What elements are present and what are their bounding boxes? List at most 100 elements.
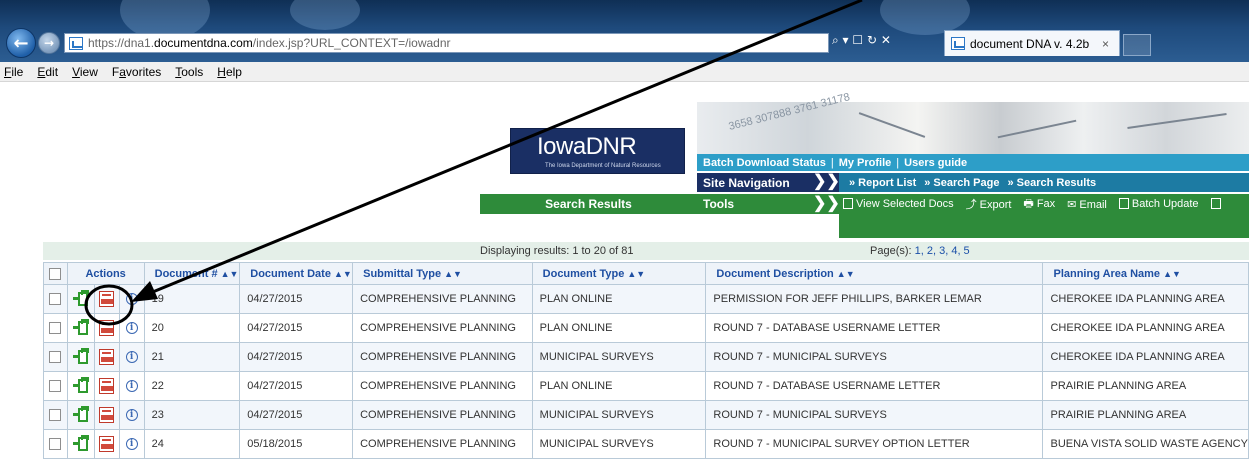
- table-row: i 23 04/27/2015 COMPREHENSIVE PLANNING MUNIC…: [43, 400, 1249, 430]
- menu-tools[interactable]: Tools: [175, 65, 203, 79]
- menu-file[interactable]: File: [4, 65, 23, 79]
- results-count: Displaying results: 1 to 20 of 81: [480, 245, 634, 257]
- back-button[interactable]: ←: [6, 28, 36, 58]
- info-icon: i: [125, 293, 138, 305]
- document-info-button[interactable]: i: [120, 286, 144, 313]
- add-document-icon: [72, 348, 89, 365]
- pagination-links[interactable]: 1, 2, 3, 4, 5: [915, 245, 970, 257]
- view-pdf-button[interactable]: [95, 343, 120, 371]
- menu-edit[interactable]: Edit: [37, 65, 58, 79]
- document-info-button[interactable]: i: [120, 402, 144, 429]
- info-icon: i: [125, 380, 138, 392]
- column-header-document-number[interactable]: Document # ▲▼: [143, 262, 241, 285]
- address-bar-tools[interactable]: ⌕ ▾ ☐ ↻ ✕: [832, 33, 942, 53]
- export-button[interactable]: ⤴ Export: [966, 196, 1012, 212]
- add-document-button[interactable]: [68, 372, 95, 400]
- column-header-planning-area[interactable]: Planning Area Name ▲▼: [1042, 262, 1249, 285]
- view-pdf-button[interactable]: [95, 372, 120, 400]
- address-bar[interactable]: https://dna1. documentdna.com/index.jsp?U…: [64, 33, 829, 53]
- document-description: PERMISSION FOR JEFF PHILLIPS, BARKER LEM…: [705, 284, 1044, 314]
- site-navigation-links: » Report List » Search Page » Search Res…: [839, 173, 1249, 192]
- utility-bar: Batch Download Status | My Profile | Use…: [697, 154, 1249, 171]
- column-header-document-type[interactable]: Document Type ▲▼: [531, 262, 707, 285]
- header-label: Document Type: [542, 267, 625, 280]
- export-icon: ⤴: [965, 199, 977, 211]
- chrome-glow: [290, 0, 360, 30]
- info-icon: i: [125, 322, 138, 334]
- document-number[interactable]: 23: [143, 400, 241, 430]
- document-type: MUNICIPAL SURVEYS: [531, 429, 707, 459]
- submittal-type: COMPREHENSIVE PLANNING: [352, 429, 533, 459]
- new-tab-button[interactable]: [1123, 34, 1151, 56]
- document-number[interactable]: 20: [143, 313, 241, 343]
- column-header-document-date[interactable]: Document Date ▲▼: [239, 262, 354, 285]
- add-document-button[interactable]: [68, 314, 95, 342]
- table-row: i 22 04/27/2015 COMPREHENSIVE PLANNING PLAN …: [43, 371, 1249, 401]
- add-document-icon: [72, 290, 89, 307]
- search-results-link[interactable]: » Search Results: [1007, 177, 1096, 189]
- view-pdf-button[interactable]: [95, 314, 120, 342]
- add-document-button[interactable]: [68, 401, 95, 429]
- row-checkbox[interactable]: [49, 409, 62, 422]
- menu-help[interactable]: Help: [217, 65, 242, 79]
- utility-separator: |: [830, 156, 834, 169]
- view-pdf-button[interactable]: [95, 430, 120, 458]
- forward-button[interactable]: →: [38, 32, 60, 54]
- column-header-document-description[interactable]: Document Description ▲▼: [705, 262, 1044, 285]
- batch-update-button[interactable]: Batch Update: [1118, 198, 1199, 210]
- document-number[interactable]: 21: [143, 342, 241, 372]
- submittal-type: COMPREHENSIVE PLANNING: [352, 371, 533, 401]
- report-list-link[interactable]: » Report List: [849, 177, 916, 189]
- browser-chrome: ← → https://dna1. documentdna.com/index.j…: [0, 0, 1249, 62]
- row-checkbox[interactable]: [49, 380, 62, 393]
- tools-label: Tools ❯❯: [697, 194, 840, 214]
- row-checkbox[interactable]: [49, 293, 62, 306]
- menu-view[interactable]: View: [72, 65, 98, 79]
- row-select-cell: [43, 313, 68, 343]
- view-pdf-button[interactable]: [95, 401, 120, 429]
- add-document-button[interactable]: [68, 343, 95, 371]
- document-number[interactable]: 19: [143, 284, 241, 314]
- submittal-type: COMPREHENSIVE PLANNING: [352, 284, 533, 314]
- search-page-link[interactable]: » Search Page: [924, 177, 999, 189]
- tab-close-icon[interactable]: ×: [1102, 37, 1109, 51]
- document-info-button[interactable]: i: [120, 344, 144, 371]
- header-label: Submittal Type: [363, 267, 442, 280]
- document-type: MUNICIPAL SURVEYS: [531, 342, 707, 372]
- more-tools-button[interactable]: [1210, 198, 1224, 210]
- row-checkbox[interactable]: [49, 322, 62, 335]
- row-checkbox[interactable]: [49, 351, 62, 364]
- photo-line: [858, 112, 926, 138]
- batch-download-status-link[interactable]: Batch Download Status: [703, 157, 826, 169]
- url-prefix: https://dna1.: [88, 36, 155, 50]
- pagination: Page(s): 1, 2, 3, 4, 5: [870, 245, 970, 257]
- sort-icon: ▲▼: [627, 268, 646, 279]
- document-type: PLAN ONLINE: [531, 371, 707, 401]
- menu-favorites[interactable]: Favorites: [112, 65, 161, 79]
- forward-arrow-icon: →: [43, 36, 55, 50]
- column-header-submittal-type[interactable]: Submittal Type ▲▼: [352, 262, 533, 285]
- fax-button[interactable]: 🖶 Fax: [1023, 195, 1055, 214]
- view-pdf-button[interactable]: [95, 285, 120, 313]
- document-info-button[interactable]: i: [120, 431, 144, 458]
- document-info-button[interactable]: i: [120, 373, 144, 400]
- row-actions: i: [66, 284, 145, 314]
- users-guide-link[interactable]: Users guide: [904, 157, 967, 169]
- add-document-button[interactable]: [68, 285, 95, 313]
- row-select-cell: [43, 371, 68, 401]
- results-status-row: Displaying results: 1 to 20 of 81 Page(s…: [43, 242, 1249, 260]
- email-button[interactable]: ✉ Email: [1067, 198, 1107, 211]
- browser-tab-active[interactable]: document DNA v. 4.2b ×: [944, 30, 1120, 56]
- add-document-button[interactable]: [68, 430, 95, 458]
- results-table: Actions Document # ▲▼ Document Date ▲▼ Sub…: [43, 262, 1249, 459]
- row-checkbox[interactable]: [49, 438, 62, 451]
- document-number[interactable]: 22: [143, 371, 241, 401]
- fax-icon: 🖶: [1023, 197, 1034, 210]
- document-info-button[interactable]: i: [120, 315, 144, 342]
- view-selected-docs-button[interactable]: View Selected Docs: [843, 198, 954, 210]
- my-profile-link[interactable]: My Profile: [839, 157, 892, 169]
- photo-line: [997, 119, 1077, 139]
- select-all-checkbox[interactable]: [49, 267, 62, 280]
- document-number[interactable]: 24: [143, 429, 241, 459]
- sort-icon: ▲▼: [220, 268, 239, 279]
